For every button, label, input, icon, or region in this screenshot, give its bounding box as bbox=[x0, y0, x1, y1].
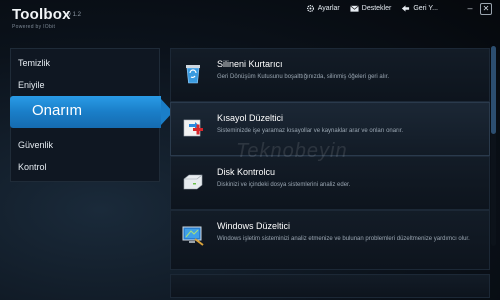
gear-icon bbox=[306, 4, 314, 13]
window-controls: – ✕ bbox=[465, 3, 492, 15]
monitor-fix-icon bbox=[182, 226, 204, 246]
tool-card-windows-duzeltici[interactable]: Windows Düzeltici Windows işletim sistem… bbox=[170, 210, 490, 270]
watermark: Teknobeyin bbox=[236, 140, 348, 162]
tool-list: Silineni Kurtarıcı Geri Dönüşüm Kutusunu… bbox=[170, 44, 490, 298]
disk-icon bbox=[183, 174, 203, 190]
back-label: Geri Y... bbox=[413, 5, 438, 12]
tool-description: Diskinizi ve içindeki dosya sistemlerini… bbox=[217, 182, 351, 188]
tool-title: Windows Düzeltici bbox=[217, 221, 291, 231]
back-arrow-icon bbox=[402, 5, 410, 12]
title-bar: Toolbox v 1.2 Powered by IObit Ayarlar D… bbox=[0, 0, 500, 36]
tool-description: Sisteminizde işe yaramaz kısayollar ve k… bbox=[217, 128, 404, 134]
scrollbar[interactable] bbox=[491, 46, 496, 246]
settings-label: Ayarlar bbox=[317, 5, 340, 12]
sidebar-item-onarim[interactable]: Onarım bbox=[10, 96, 173, 128]
tool-title: Silineni Kurtarıcı bbox=[217, 59, 283, 69]
support-link[interactable]: Destekler bbox=[349, 4, 392, 13]
top-links: Ayarlar Destekler Geri Y... bbox=[306, 4, 438, 13]
tool-description: Geri Dönüşüm Kutusunu boşalttığınızda, s… bbox=[217, 74, 390, 80]
app-title: Toolbox bbox=[12, 6, 71, 23]
tool-title: Kısayol Düzeltici bbox=[217, 113, 284, 123]
shortcut-fix-icon bbox=[183, 119, 203, 137]
tool-card-disk-kontrolcu[interactable]: Disk Kontrolcu Diskinizi ve içindeki dos… bbox=[170, 156, 490, 210]
scroll-thumb[interactable] bbox=[491, 46, 496, 134]
sidebar-item-guvenlik[interactable]: Güvenlik bbox=[18, 140, 53, 150]
app-version: v 1.2 bbox=[68, 12, 82, 18]
support-label: Destekler bbox=[361, 5, 392, 12]
tool-description: Windows işletim sisteminizi analiz etmen… bbox=[217, 236, 470, 242]
close-button[interactable]: ✕ bbox=[480, 3, 492, 15]
tool-title: Disk Kontrolcu bbox=[217, 167, 276, 177]
toolbox-window: Toolbox v 1.2 Powered by IObit Ayarlar D… bbox=[0, 0, 500, 300]
tool-card-next[interactable] bbox=[170, 274, 490, 298]
recycle-bin-icon bbox=[186, 65, 200, 84]
back-link[interactable]: Geri Y... bbox=[401, 4, 438, 13]
app-powered-by: Powered by IObit bbox=[12, 24, 56, 30]
sidebar-item-eniyile[interactable]: Eniyile bbox=[18, 80, 45, 90]
sidebar-item-temizlik[interactable]: Temizlik bbox=[18, 58, 50, 68]
sidebar-item-kontrol[interactable]: Kontrol bbox=[18, 162, 47, 172]
sidebar-item-label: Onarım bbox=[32, 102, 83, 119]
tool-card-silineni-kurtarici[interactable]: Silineni Kurtarıcı Geri Dönüşüm Kutusunu… bbox=[170, 48, 490, 102]
settings-link[interactable]: Ayarlar bbox=[306, 4, 340, 13]
minimize-button[interactable]: – bbox=[465, 3, 475, 13]
mail-icon bbox=[349, 5, 359, 12]
